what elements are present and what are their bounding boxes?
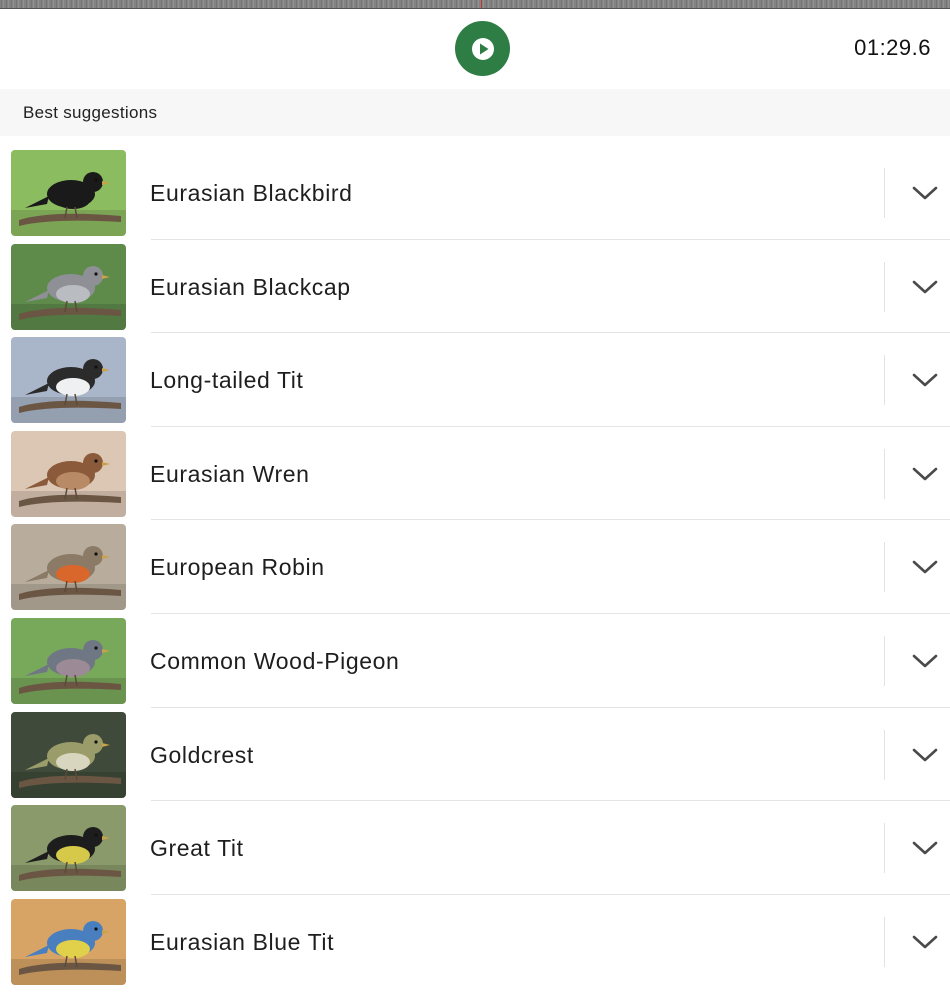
chevron-down-icon [912,186,938,200]
chevron-down-icon [912,561,938,574]
chevron-down-icon [912,373,938,387]
species-name: Eurasian Wren [150,460,310,487]
row-divider-vertical [884,635,885,686]
suggestion-row[interactable]: Eurasian Wren [0,417,950,521]
chevron-down-icon [912,280,938,293]
suggestion-row[interactable]: Eurasian Blackbird [0,136,950,240]
spectrogram-strip[interactable] [0,0,950,9]
species-name: Great Tit [150,835,244,862]
suggestion-row[interactable]: Goldcrest [0,698,950,802]
expand-button[interactable] [910,182,940,204]
expand-button[interactable] [910,463,940,485]
row-divider-vertical [884,729,885,780]
species-name: Eurasian Blackbird [150,180,353,206]
bird-illustration [11,711,126,798]
expand-button[interactable] [910,744,940,766]
bird-thumbnail [11,243,126,330]
row-divider-vertical [884,916,885,967]
row-divider-vertical [884,448,885,499]
suggestion-row[interactable]: Common Wood-Pigeon [0,604,950,708]
expand-button[interactable] [910,650,940,672]
expand-button[interactable] [910,931,940,953]
chevron-down-icon [912,935,938,949]
expand-button[interactable] [910,369,940,391]
species-name: European Robin [150,554,325,581]
species-name: Long-tailed Tit [150,367,304,394]
species-name: Eurasian Blue Tit [150,928,335,955]
bird-thumbnail [11,430,126,517]
bird-illustration [11,337,126,424]
row-divider-vertical [884,355,885,406]
suggestion-row[interactable]: European Robin [0,510,950,614]
bird-thumbnail [11,617,126,704]
suggestion-row[interactable]: Eurasian Blue Tit [0,885,950,985]
player-bar: 01:29.6 [0,9,950,89]
playhead-marker [481,0,482,8]
suggestion-row[interactable]: Great Tit [0,791,950,895]
row-divider-vertical [884,168,885,218]
expand-button[interactable] [910,556,940,578]
bird-illustration [11,524,126,611]
section-header: Best suggestions [0,89,950,136]
bird-illustration [11,430,126,517]
bird-thumbnail [11,805,126,892]
chevron-down-icon [912,841,938,855]
bird-illustration [11,898,126,985]
suggestion-row[interactable]: Eurasian Blackcap [0,230,950,334]
bird-illustration [11,617,126,704]
species-name: Goldcrest [150,741,254,768]
suggestion-row[interactable]: Long-tailed Tit [0,323,950,427]
bird-thumbnail [11,337,126,424]
bird-thumbnail [11,711,126,798]
play-icon [471,37,494,60]
species-name: Common Wood-Pigeon [150,647,400,674]
play-button[interactable] [455,21,510,76]
section-title: Best suggestions [23,102,158,122]
row-divider-vertical [884,542,885,593]
chevron-down-icon [912,654,938,668]
bird-thumbnail [11,898,126,985]
bird-thumbnail [11,150,126,236]
chevron-down-icon [912,748,938,761]
row-divider-vertical [884,823,885,874]
bird-thumbnail [11,524,126,611]
bird-illustration [11,150,126,236]
chevron-down-icon [912,467,938,481]
row-divider-vertical [884,261,885,312]
species-name: Eurasian Blackcap [150,273,351,300]
expand-button[interactable] [910,276,940,298]
suggestion-list: Eurasian Blackbird Eurasian Blackcap Long-… [0,136,950,985]
bird-illustration [11,805,126,892]
bird-illustration [11,243,126,330]
expand-button[interactable] [910,837,940,859]
elapsed-time: 01:29.6 [854,35,931,60]
